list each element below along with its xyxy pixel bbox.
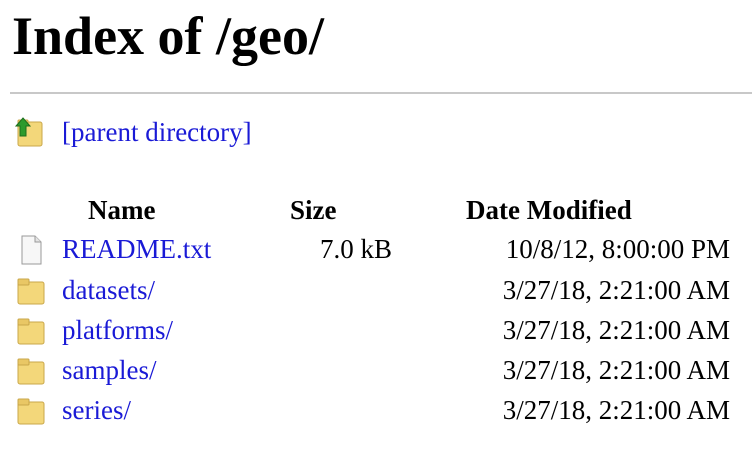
table-row: series/ 3/27/18, 2:21:00 AM	[0, 390, 752, 430]
parent-directory-row: [parent directory]	[14, 114, 252, 150]
column-header-size: Size	[290, 195, 337, 225]
folder-icon	[17, 358, 45, 385]
file-icon	[21, 235, 42, 265]
column-header-name: Name	[88, 195, 156, 225]
file-size: 7.0 kB	[319, 234, 392, 264]
file-date-modified: 3/27/18, 2:21:00 AM	[502, 355, 730, 385]
divider	[10, 92, 752, 94]
table-row: samples/ 3/27/18, 2:21:00 AM	[0, 350, 752, 390]
table-row: datasets/ 3/27/18, 2:21:00 AM	[0, 270, 752, 310]
folder-icon	[17, 398, 45, 425]
file-date-modified: 3/27/18, 2:21:00 AM	[502, 315, 730, 345]
folder-icon	[17, 318, 45, 345]
folder-link[interactable]: datasets/	[62, 270, 155, 310]
parent-directory-link[interactable]: [parent directory]	[62, 117, 252, 148]
file-date-modified: 3/27/18, 2:21:00 AM	[502, 275, 730, 305]
file-date-modified: 3/27/18, 2:21:00 AM	[502, 395, 730, 425]
table-row: README.txt 7.0 kB 10/8/12, 8:00:00 PM	[0, 229, 752, 269]
file-link[interactable]: README.txt	[62, 229, 211, 269]
table-row: platforms/ 3/27/18, 2:21:00 AM	[0, 310, 752, 350]
up-arrow-folder-icon[interactable]	[14, 116, 44, 148]
folder-link[interactable]: samples/	[62, 350, 157, 390]
file-date-modified: 10/8/12, 8:00:00 PM	[505, 234, 730, 264]
page-title: Index of /geo/	[12, 6, 325, 66]
folder-icon	[17, 278, 45, 305]
folder-link[interactable]: platforms/	[62, 310, 173, 350]
folder-link[interactable]: series/	[62, 390, 131, 430]
column-header-date: Date Modified	[466, 195, 632, 225]
